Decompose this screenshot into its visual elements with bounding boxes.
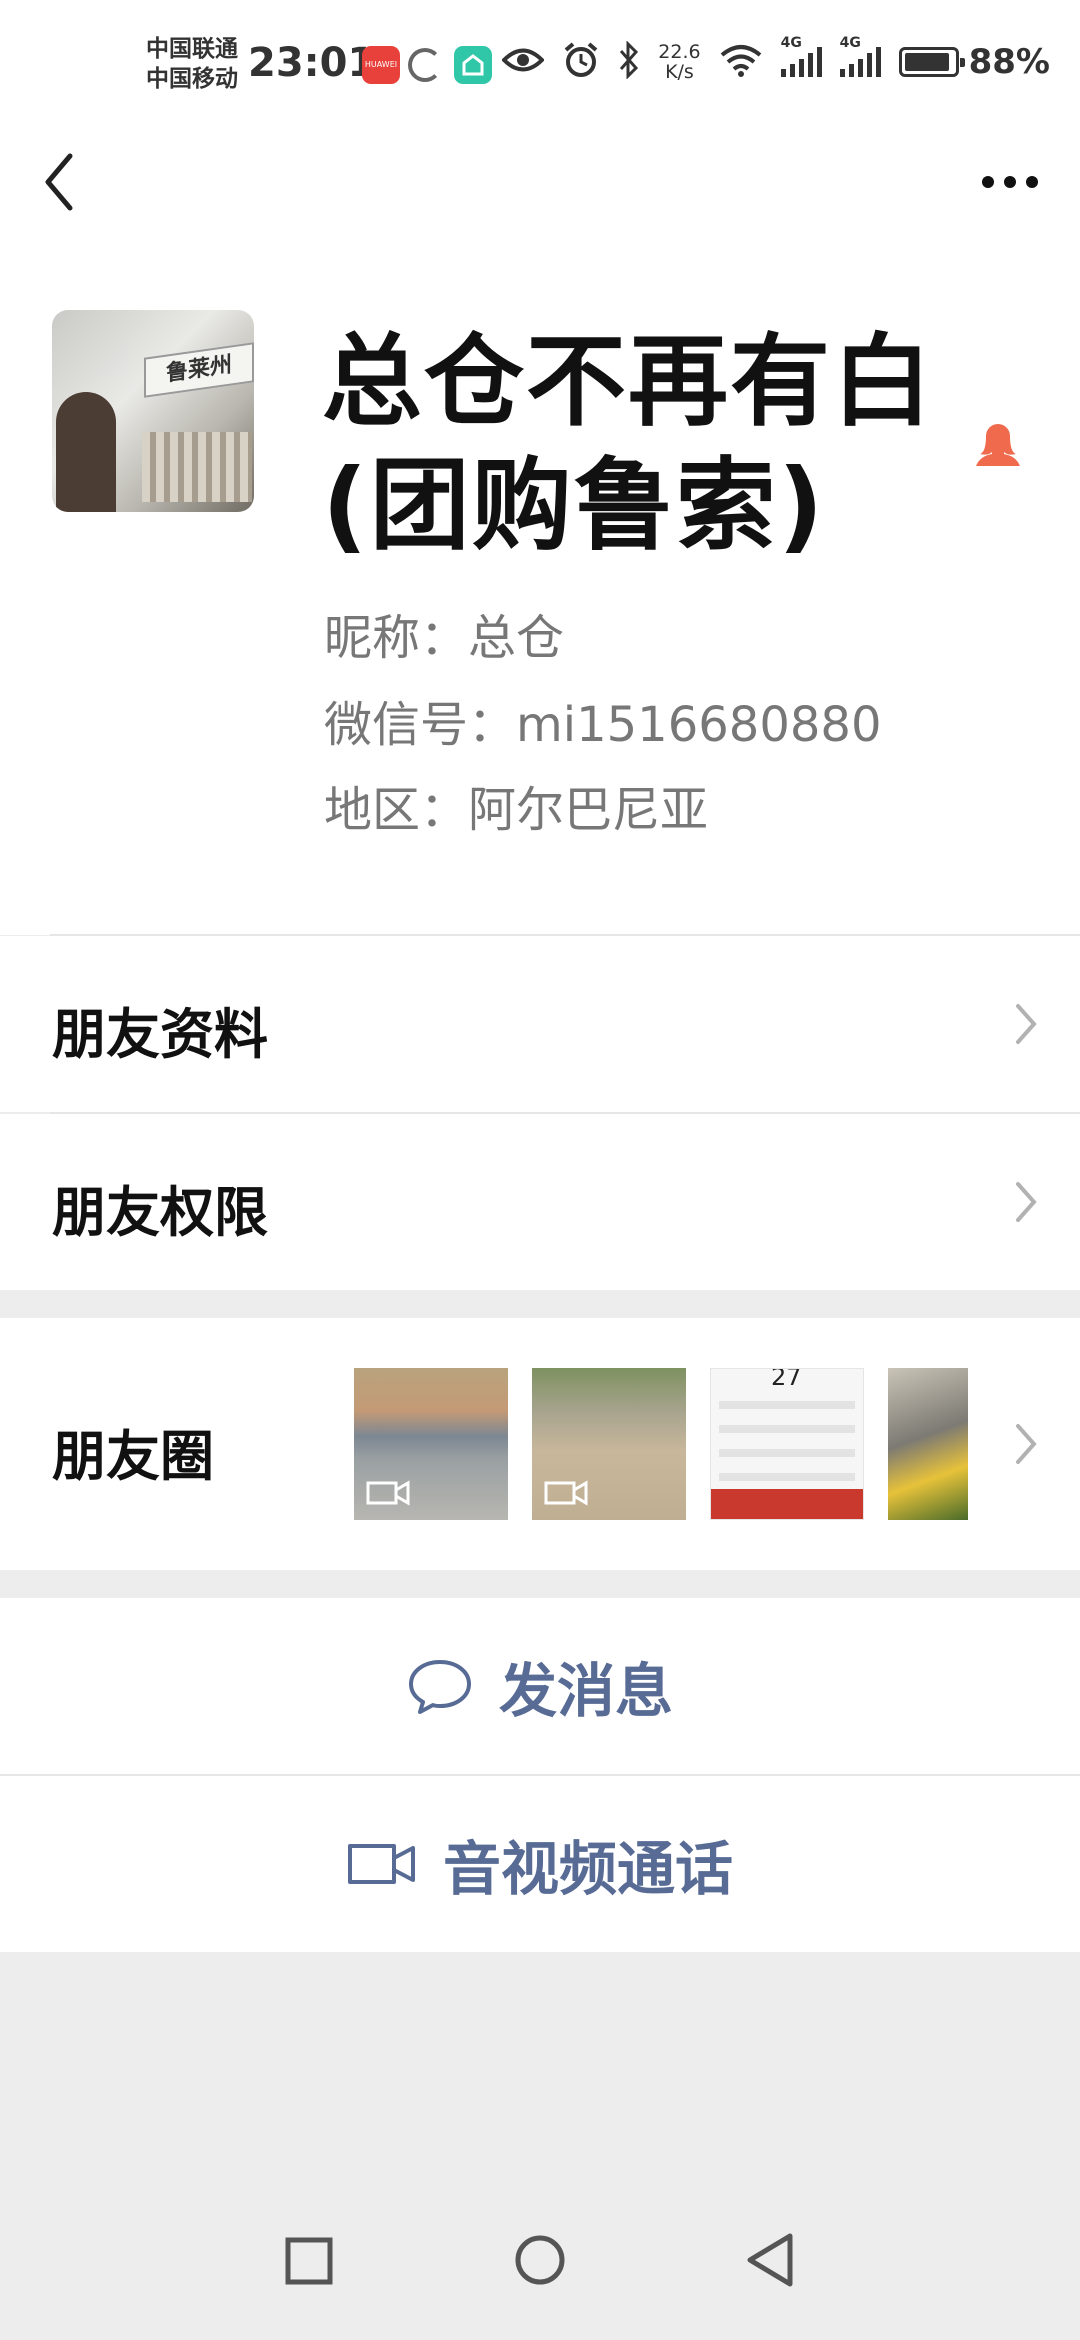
chevron-right-icon xyxy=(1016,1182,1037,1222)
nickname: 昵称：总仓 xyxy=(324,610,565,666)
store-sign: 鲁莱州 xyxy=(144,342,254,398)
video-camera-icon xyxy=(544,1480,588,1506)
wechat-id[interactable]: 微信号：mi1516680880 xyxy=(324,685,882,755)
friend-info-row[interactable]: 朋友资料 xyxy=(0,936,1080,1114)
chevron-left-icon xyxy=(45,153,73,211)
thumb-bar xyxy=(719,1449,855,1457)
home-app-icon xyxy=(454,46,492,84)
home-button[interactable] xyxy=(500,2220,580,2300)
wifi-icon xyxy=(719,43,763,81)
av-call-button[interactable]: 音视频通话 xyxy=(0,1776,1080,1952)
back-button[interactable] xyxy=(30,146,100,216)
battery-percent: 88% xyxy=(968,42,1050,82)
moments-row[interactable]: 朋友圈 27 xyxy=(0,1318,1080,1570)
carrier-2: 中国移动 xyxy=(146,66,238,92)
moments-label: 朋友圈 xyxy=(52,1425,214,1488)
chevron-right-icon xyxy=(1016,1004,1037,1044)
video-camera-icon xyxy=(366,1480,410,1506)
thumb-number: 27 xyxy=(771,1368,802,1391)
region: 地区：阿尔巴尼亚 xyxy=(324,782,709,838)
av-call-label: 音视频通话 xyxy=(442,1835,733,1903)
thumb-red-banner xyxy=(711,1489,863,1519)
status-icons: 22.6 K/s 4G 4G 88% xyxy=(501,34,1080,90)
more-button[interactable] xyxy=(970,146,1050,216)
net-speed-unit: K/s xyxy=(665,61,694,83)
more-dots-icon xyxy=(982,176,1038,188)
network-type-1: 4G xyxy=(780,35,802,51)
chevron-right-icon xyxy=(1016,1424,1037,1464)
top-bar xyxy=(0,120,1080,240)
avatar[interactable]: 鲁莱州 xyxy=(52,310,254,512)
net-speed-value: 22.6 xyxy=(658,41,701,63)
moments-thumb-video[interactable] xyxy=(354,1368,508,1520)
signal-icon: 4G xyxy=(780,35,822,77)
contact-name: 总仓不再有白(团购鲁索) xyxy=(322,323,934,564)
system-nav-bar xyxy=(0,2190,1080,2340)
video-call-icon xyxy=(347,1844,415,1884)
recent-apps-button[interactable] xyxy=(268,2220,348,2300)
chat-bubble-icon xyxy=(408,1660,471,1714)
huawei-appgallery-icon: HUAWEI xyxy=(362,46,400,84)
net-speed: 22.6 K/s xyxy=(658,42,700,82)
battery-icon xyxy=(898,47,965,77)
carrier-info: 中国联通 中国移动 xyxy=(146,34,238,94)
status-bar: 中国联通 中国移动 23:01 HUAWEI 22.6 K/s 4G 4G 88… xyxy=(0,0,1080,120)
thumb-bar xyxy=(719,1425,855,1433)
carrier-1: 中国联通 xyxy=(146,36,238,62)
profile-card: 鲁莱州 总仓不再有白(团购鲁索) 昵称：总仓 微信号：mi1516680880 … xyxy=(0,240,1080,936)
send-message-label: 发消息 xyxy=(498,1657,673,1725)
clothes-rack xyxy=(142,432,252,502)
contact-profile-screen: 中国联通 中国移动 23:01 HUAWEI 22.6 K/s 4G 4G 88… xyxy=(0,0,1080,2340)
moments-thumb-video[interactable] xyxy=(532,1368,686,1520)
thumb-bar xyxy=(719,1473,855,1481)
send-message-button[interactable]: 发消息 xyxy=(0,1598,1080,1776)
network-type-2: 4G xyxy=(839,35,861,51)
person-silhouette xyxy=(56,392,116,512)
alarm-icon xyxy=(562,41,600,83)
bluetooth-icon xyxy=(618,40,640,83)
status-time: 23:01 xyxy=(248,40,376,86)
thumb-bar xyxy=(719,1401,855,1409)
friend-info-label: 朋友资料 xyxy=(52,1003,268,1066)
moments-thumbnails: 27 xyxy=(354,1368,968,1520)
female-person-icon xyxy=(972,418,1024,470)
loading-ring-icon xyxy=(408,48,442,82)
moments-thumb-image[interactable]: 27 xyxy=(710,1368,864,1520)
moments-thumb-image[interactable] xyxy=(888,1368,968,1520)
signal-icon: 4G xyxy=(839,35,881,77)
eye-icon xyxy=(501,45,546,79)
friend-permissions-label: 朋友权限 xyxy=(52,1181,268,1244)
system-back-button[interactable] xyxy=(730,2220,810,2300)
friend-permissions-row[interactable]: 朋友权限 xyxy=(0,1114,1080,1290)
